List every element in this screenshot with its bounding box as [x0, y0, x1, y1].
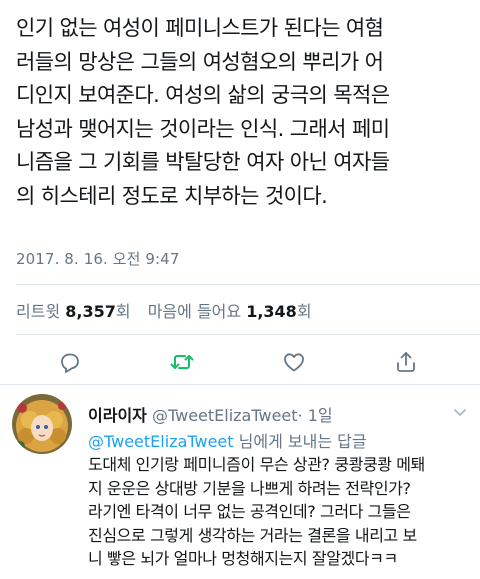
- divider: [16, 284, 480, 285]
- replying-to: @TweetElizaTweet 님에게 보내는 답글: [88, 428, 367, 452]
- chevron-down-icon[interactable]: [452, 404, 468, 420]
- reply-tweet[interactable]: 이라이자 @TweetElizaTweet· 1일 @TweetElizaTwe…: [0, 384, 480, 579]
- tweet-stats: 리트윗 8,357회 마음에 들어요 1,348회: [16, 298, 312, 322]
- reply-button[interactable]: [56, 348, 84, 376]
- reply-text: 도대체 인기랑 페미니즘이 무슨 상관? 쿵쾅쿵쾅 메퇘 지 운운은 상대방 기…: [88, 455, 425, 568]
- avatar[interactable]: [12, 394, 72, 454]
- reply-time[interactable]: · 1일: [298, 406, 333, 425]
- like-label: 마음에 들어요: [147, 302, 242, 321]
- divider: [16, 334, 480, 335]
- like-button[interactable]: [280, 348, 308, 376]
- retweet-icon: [170, 355, 194, 369]
- reply-to-mention[interactable]: @TweetElizaTweet: [88, 432, 234, 451]
- tweet-text: 인기 없는 여성이 페미니스트가 된다는 여혐 러들의 망상은 그들의 여성혐오…: [16, 16, 390, 208]
- reply-author-name[interactable]: 이라이자: [88, 406, 147, 425]
- like-unit: 회: [296, 302, 312, 321]
- retweet-label: 리트윗: [16, 302, 61, 321]
- like-icon: [284, 353, 304, 372]
- retweet-unit: 회: [115, 302, 131, 321]
- like-count[interactable]: 1,348: [246, 302, 297, 321]
- reply-author[interactable]: 이라이자 @TweetElizaTweet· 1일: [88, 402, 333, 426]
- share-button[interactable]: [392, 348, 420, 376]
- reply-author-handle[interactable]: @TweetElizaTweet: [152, 406, 298, 425]
- retweet-count[interactable]: 8,357: [65, 302, 116, 321]
- tweet-actions: [0, 344, 480, 380]
- avatar-image: [12, 394, 72, 454]
- share-icon: [397, 352, 415, 372]
- reply-to-suffix: 님에게 보내는 답글: [233, 432, 367, 451]
- reply-icon: [61, 353, 79, 373]
- retweet-button[interactable]: [168, 348, 196, 376]
- tweet-timestamp[interactable]: 2017. 8. 16. 오전 9:47: [16, 248, 179, 269]
